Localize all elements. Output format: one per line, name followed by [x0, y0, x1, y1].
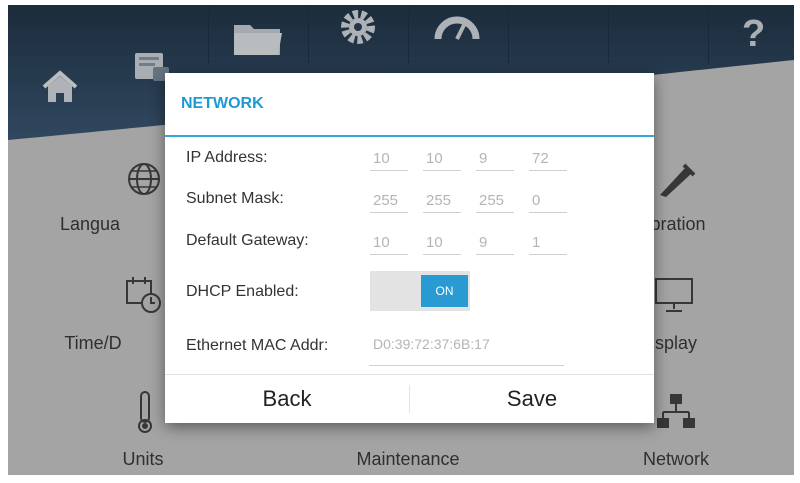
default-gateway-label: Default Gateway: — [186, 232, 309, 249]
dialog-title: NETWORK — [181, 95, 264, 112]
subnet-octet-1[interactable]: 255 — [370, 189, 408, 213]
gateway-octet-1[interactable]: 10 — [370, 231, 408, 255]
ip-octet-1[interactable]: 10 — [370, 147, 408, 171]
ip-octet-3[interactable]: 9 — [476, 147, 514, 171]
mac-address-label: Ethernet MAC Addr: — [186, 337, 329, 354]
ip-octet-2[interactable]: 10 — [423, 147, 461, 171]
dhcp-toggle[interactable]: ON — [370, 271, 470, 311]
gateway-octet-3[interactable]: 9 — [476, 231, 514, 255]
gateway-octet-4[interactable]: 1 — [529, 231, 567, 255]
gateway-octet-2[interactable]: 10 — [423, 231, 461, 255]
subnet-octet-4[interactable]: 0 — [529, 189, 567, 213]
dhcp-enabled-label: DHCP Enabled: — [186, 283, 299, 300]
ip-address-label: IP Address: — [186, 149, 268, 166]
device-screen: ? Langua ibration Time/D isplay Units Ma… — [8, 5, 794, 475]
mac-address-field: D0:39:72:37:6B:17 — [369, 330, 564, 366]
back-button[interactable]: Back — [165, 375, 409, 423]
network-dialog: NETWORK IP Address: 10 10 9 72 Subnet Ma… — [165, 73, 654, 423]
subnet-mask-label: Subnet Mask: — [186, 190, 284, 207]
save-button[interactable]: Save — [410, 375, 654, 423]
title-divider — [165, 135, 654, 137]
dhcp-toggle-state: ON — [421, 275, 468, 307]
subnet-octet-3[interactable]: 255 — [476, 189, 514, 213]
subnet-octet-2[interactable]: 255 — [423, 189, 461, 213]
ip-octet-4[interactable]: 72 — [529, 147, 567, 171]
